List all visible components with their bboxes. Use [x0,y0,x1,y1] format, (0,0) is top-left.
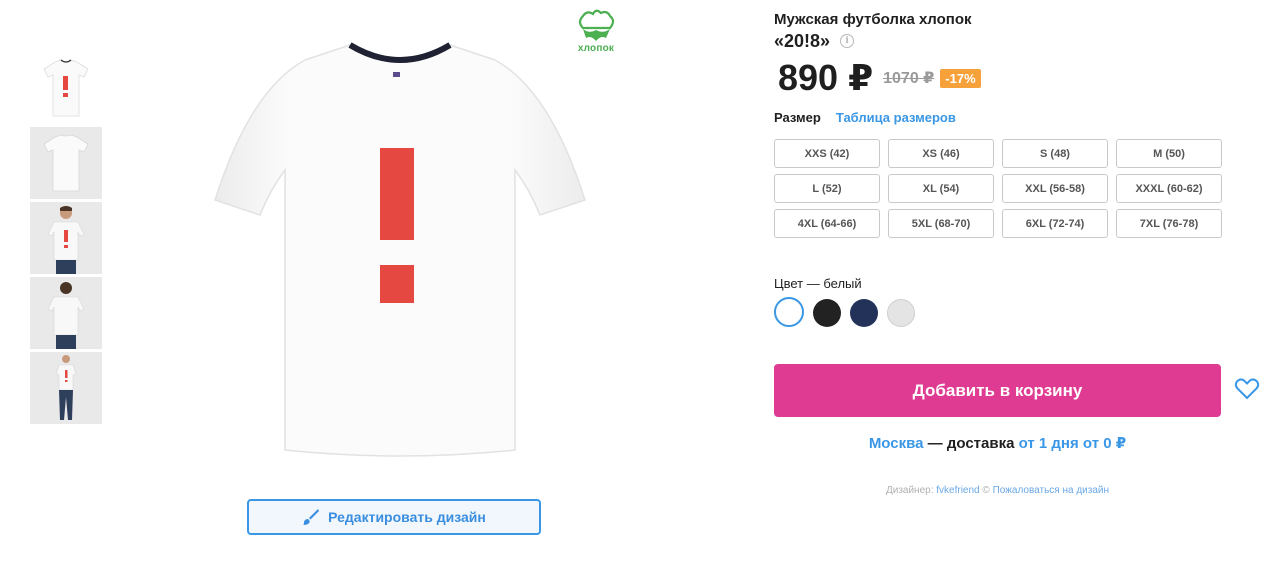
report-design-link[interactable]: Пожаловаться на дизайн [993,485,1109,496]
color-header: Цвет — белый [774,275,862,293]
product-subtitle-row: «20!8» i [774,30,1274,52]
product-info: Мужская футболка хлопок «20!8» i [774,10,1274,52]
color-swatch-black[interactable] [813,299,841,327]
thumbnail-front[interactable] [30,52,102,124]
size-option-xl[interactable]: XL (54) [888,174,994,203]
cotton-icon [578,9,615,41]
color-swatch-white[interactable] [774,297,804,327]
add-to-cart-button[interactable]: Добавить в корзину [774,364,1221,417]
size-option-xxs[interactable]: XXS (42) [774,139,880,168]
designer-copyright: © [979,485,993,496]
cotton-badge: хлопок [570,8,622,60]
delivery-separator: — доставка [923,435,1019,452]
designer-prefix: Дизайнер: [885,485,937,496]
size-option-m[interactable]: M (50) [1116,139,1222,168]
delivery-city-link[interactable]: Москва [869,435,924,452]
edit-design-label: Редактировать дизайн [328,509,486,525]
model-back-thumb-image [47,282,85,349]
thumbnail-model-back[interactable] [30,277,102,349]
size-option-xxl[interactable]: XXL (56-58) [1002,174,1108,203]
delivery-info: Москва — доставка от 1 дня от 0 ₽ [774,434,1221,452]
color-label: Цвет — белый [774,276,862,291]
size-header: Размер Таблица размеров [774,110,956,125]
model-front-thumb-image [47,206,85,274]
thumbnail-model-front[interactable] [30,202,102,274]
heart-icon [1234,378,1260,400]
designer-info: Дизайнер: fvkefriend © Пожаловаться на д… [774,485,1221,496]
color-swatch-navy[interactable] [850,299,878,327]
edit-design-button[interactable]: Редактировать дизайн [247,499,541,535]
thumbnail-list [30,52,102,427]
main-product-image [190,30,610,470]
size-options: XXS (42) XS (46) S (48) M (50) L (52) XL… [774,139,1226,238]
discount-badge: -17% [940,68,981,88]
info-icon[interactable]: i [840,34,855,48]
size-option-xs[interactable]: XS (46) [888,139,994,168]
old-price: 1070 ₽ [883,70,935,87]
delivery-term: от 1 дня от 0 ₽ [1018,435,1127,452]
size-option-xxxl[interactable]: XXXL (60-62) [1116,174,1222,203]
size-option-7xl[interactable]: 7XL (76-78) [1116,209,1222,238]
size-option-l[interactable]: L (52) [774,174,880,203]
brush-icon [303,509,320,525]
size-option-s[interactable]: S (48) [1002,139,1108,168]
size-label: Размер [774,110,821,125]
tshirt-back-thumb-image [43,134,89,192]
cotton-badge-label: хлопок [577,43,615,54]
size-option-5xl[interactable]: 5XL (68-70) [888,209,994,238]
size-option-4xl[interactable]: 4XL (64-66) [774,209,880,238]
color-swatch-grey[interactable] [887,299,915,327]
tshirt-front-image [214,42,586,457]
size-option-6xl[interactable]: 6XL (72-74) [1002,209,1108,238]
thumbnail-model-full[interactable] [30,352,102,424]
add-to-cart-label: Добавить в корзину [912,380,1083,400]
tshirt-front-thumb-image [43,59,89,117]
thumbnail-back[interactable] [30,127,102,199]
product-design-name: «20!8» [774,31,831,51]
size-table-link[interactable]: Таблица размеров [836,110,956,125]
current-price: 890 ₽ [778,57,874,98]
model-full-thumb-image [55,355,77,420]
price-row: 890 ₽ 1070 ₽ -17% [778,58,981,98]
designer-link[interactable]: fvkefriend [936,485,979,496]
product-title: Мужская футболка хлопок [774,11,972,28]
wishlist-button[interactable] [1233,375,1261,403]
color-swatches [774,297,924,327]
